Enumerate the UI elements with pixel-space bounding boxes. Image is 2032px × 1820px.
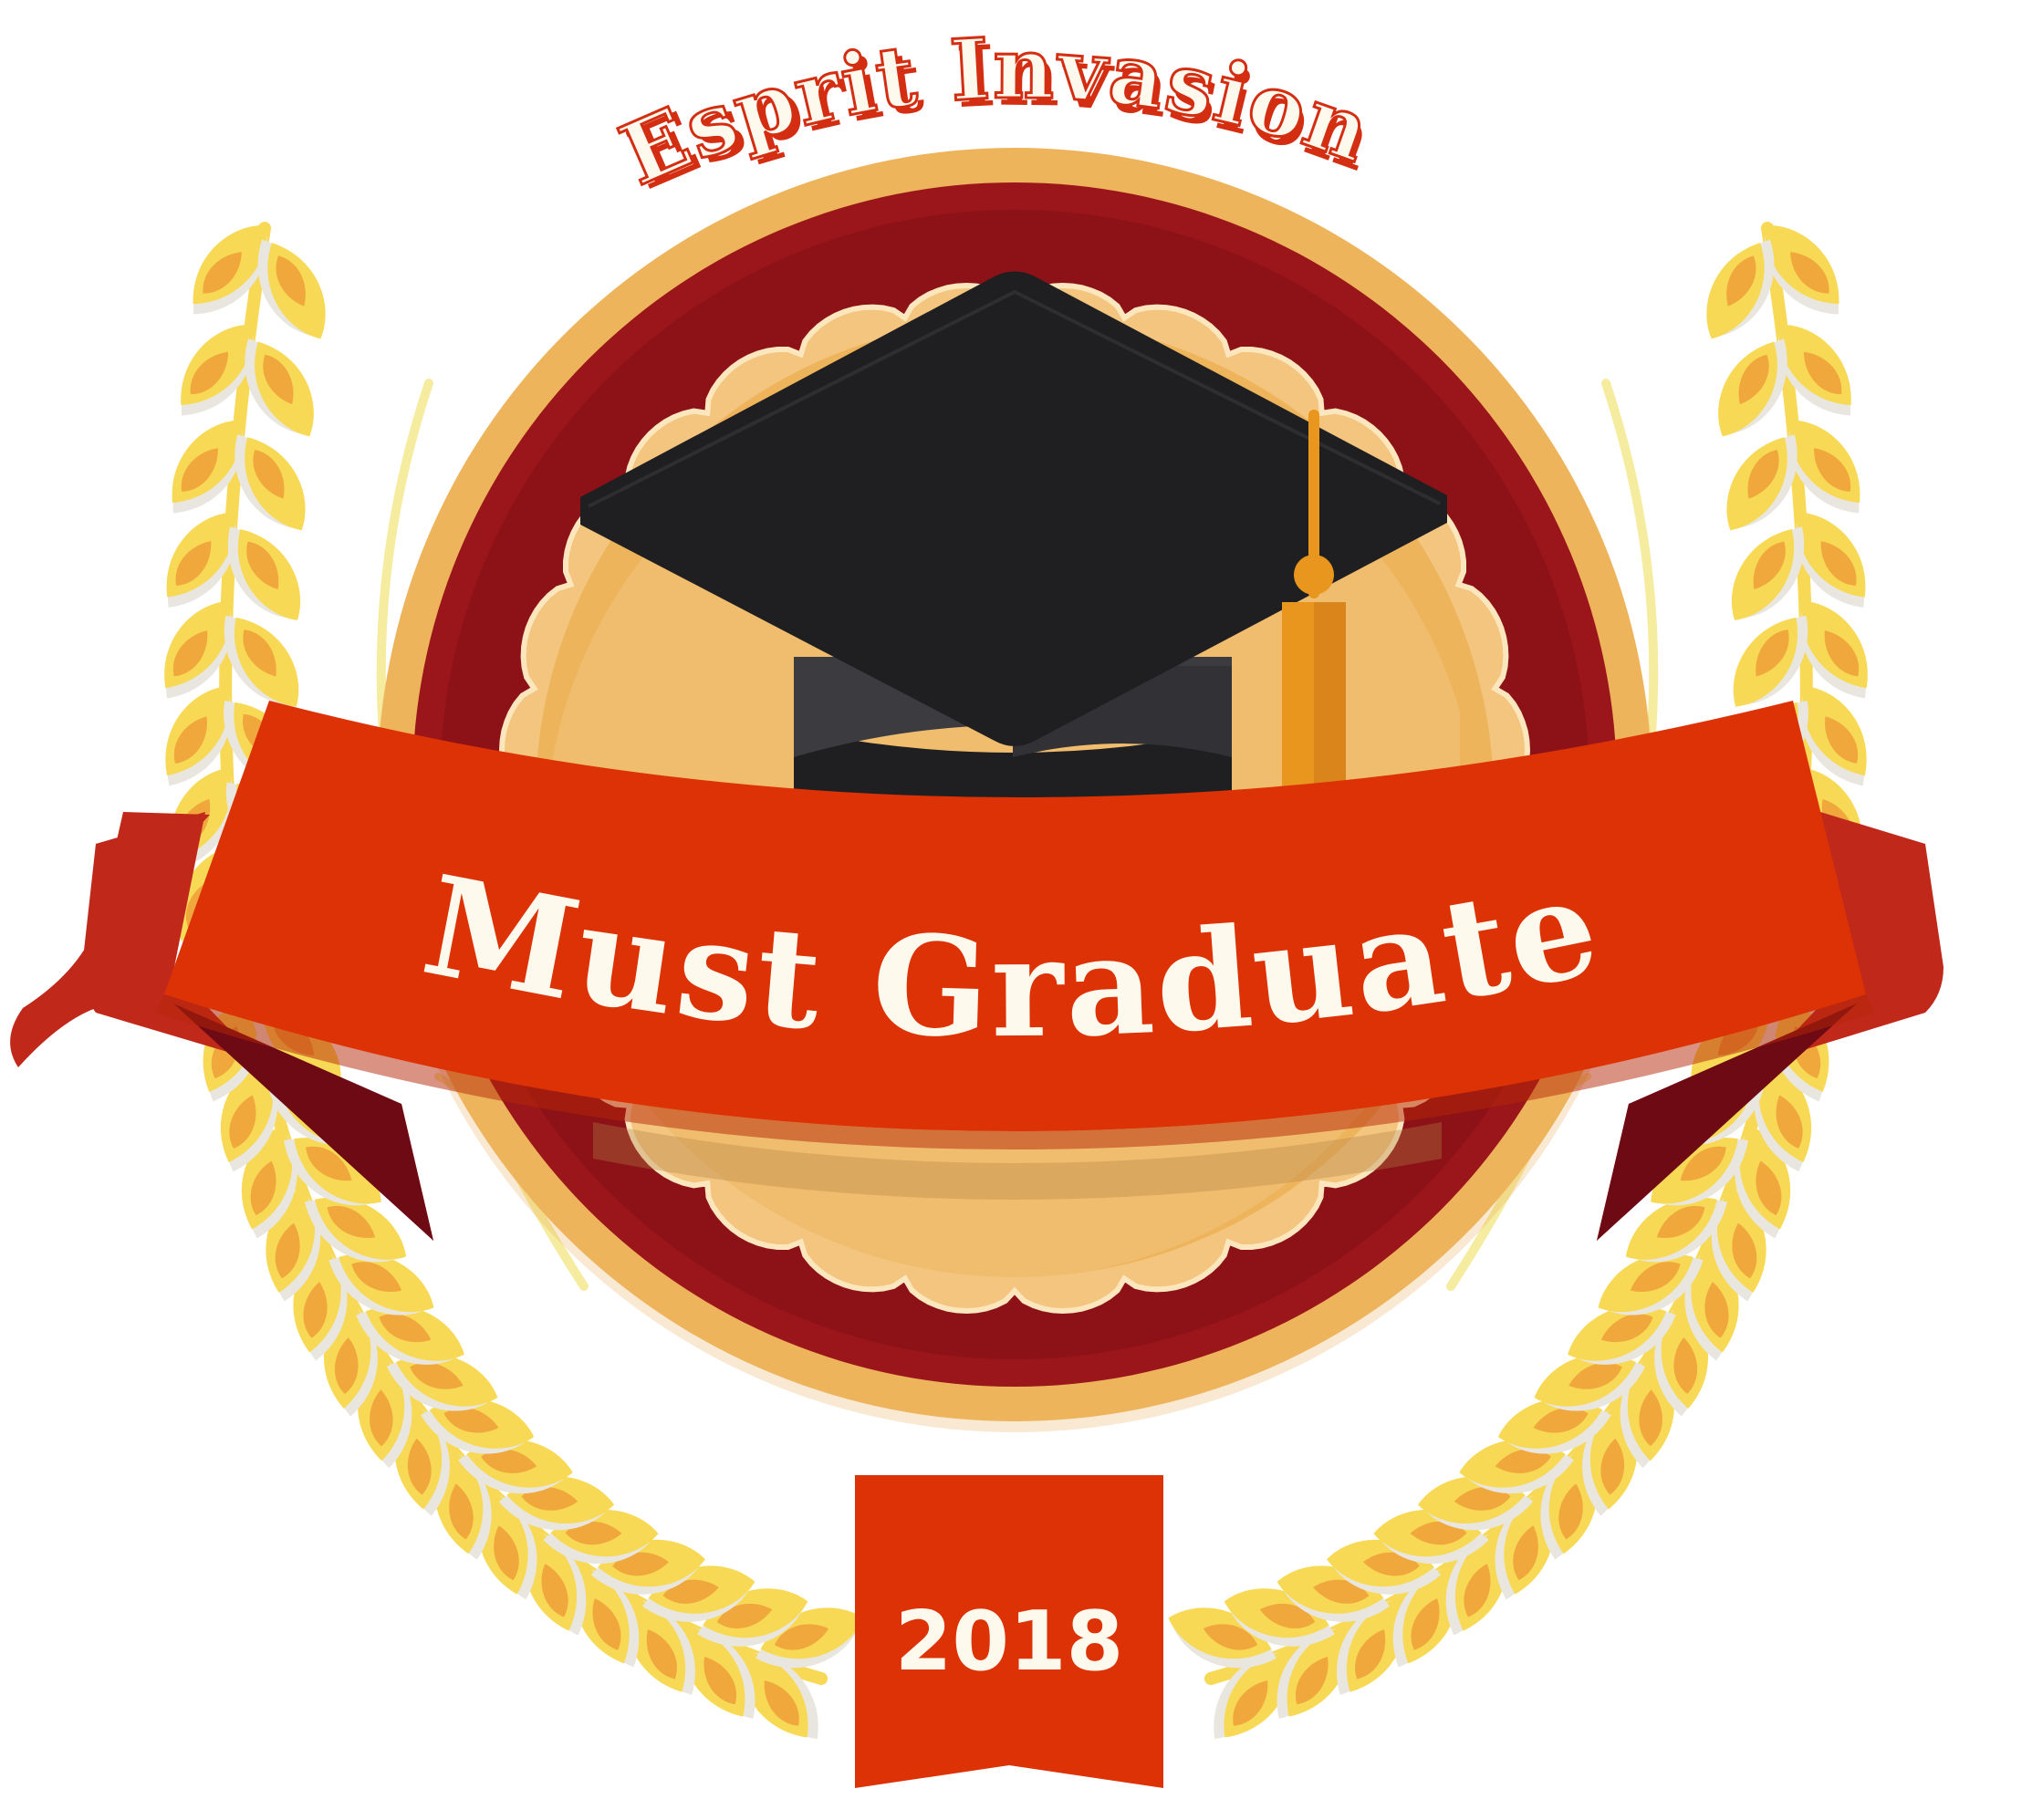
graduation-badge: Esprit Invasion Esprit Invasion Must Gra… bbox=[10, 17, 1943, 1788]
year-label: 2018 bbox=[895, 1594, 1124, 1690]
